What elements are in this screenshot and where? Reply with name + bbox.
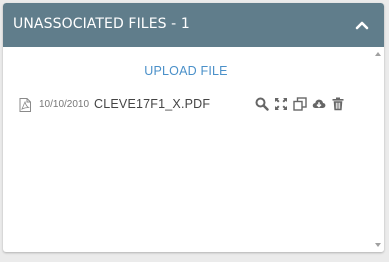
panel-title: UNASSOCIATED FILES - 1 [13,16,190,32]
vertical-scrollbar[interactable] [372,47,384,252]
cloud-download-icon[interactable] [312,97,326,111]
chevron-up-icon[interactable] [354,17,370,33]
upload-file-link[interactable]: UPLOAD FILE [3,64,369,78]
panel-body: UPLOAD FILE 10/10/2010 CLEVE17F1_X.PDF [3,47,384,252]
file-row: 10/10/2010 CLEVE17F1_X.PDF [19,96,359,114]
scroll-down-arrow-icon[interactable] [375,243,381,247]
search-icon[interactable] [255,97,269,111]
file-actions [255,97,345,111]
pdf-file-icon [19,97,31,112]
expand-icon[interactable] [274,97,288,111]
file-date: 10/10/2010 [39,99,90,110]
trash-icon[interactable] [331,97,345,111]
file-name[interactable]: CLEVE17F1_X.PDF [94,97,210,111]
unassociated-files-panel: UNASSOCIATED FILES - 1 UPLOAD FILE 10/10… [3,3,384,252]
scroll-up-arrow-icon[interactable] [375,52,381,56]
copy-icon[interactable] [293,97,307,111]
panel-header: UNASSOCIATED FILES - 1 [3,3,384,47]
